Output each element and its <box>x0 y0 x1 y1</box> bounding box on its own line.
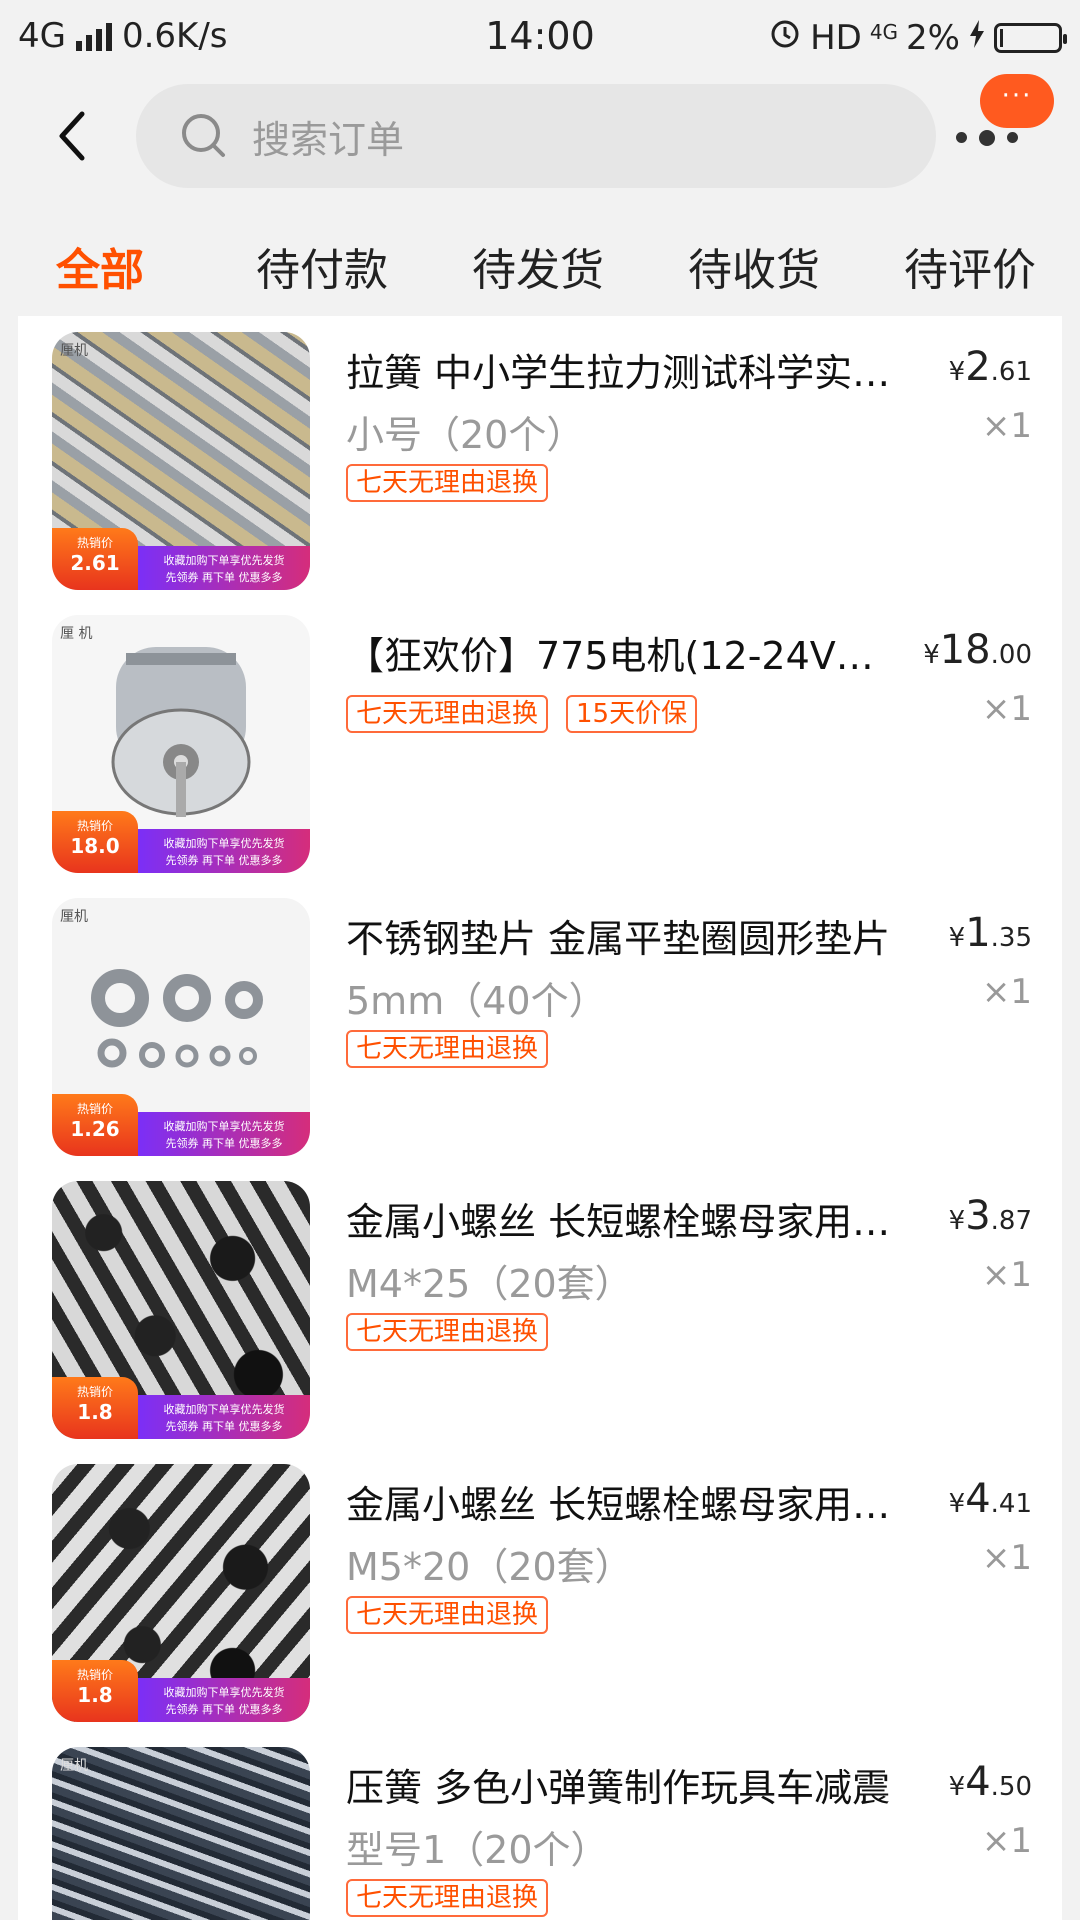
product-thumbnail[interactable]: 热销价 1.8 收藏加购下单享优先发货 先领券 再下单 优惠多多 <box>52 1464 310 1722</box>
status-bar: 4G 0.6K/s 14:00 HD 4G 2% <box>0 0 1080 76</box>
hot-price-badge: 热销价 18.0 <box>52 811 138 873</box>
product-thumbnail[interactable]: 热销价 1.8 收藏加购下单享优先发货 先领券 再下单 优惠多多 <box>52 1181 310 1439</box>
chevron-left-icon <box>59 111 85 161</box>
header: 搜索订单 ··· <box>0 74 1080 196</box>
service-tags: 七天无理由退换 <box>346 1596 549 1634</box>
hot-price-badge: 热销价 1.26 <box>52 1094 138 1156</box>
alarm-icon <box>768 16 802 59</box>
search-icon <box>182 114 225 157</box>
order-list: 厘机 热销价 2.61 收藏加购下单享优先发货 先领券 再下单 优惠多多 拉簧 中小… <box>18 316 1062 1920</box>
service-tags: 七天无理由退换 <box>346 1313 549 1351</box>
product-title[interactable]: 金属小螺丝 长短螺栓螺母家用套装 <box>346 1191 912 1246</box>
service-tag: 15天价保 <box>566 695 698 733</box>
service-tags: 七天无理由退换 <box>346 1030 549 1068</box>
service-tags: 七天无理由退换 <box>346 464 549 502</box>
product-thumbnail[interactable]: 厘机 <box>52 1747 310 1920</box>
order-item[interactable]: 厘机 热销价 2.61 收藏加购下单享优先发货 先领券 再下单 优惠多多 拉簧 中小… <box>18 316 1062 599</box>
product-title[interactable]: 拉簧 中小学生拉力测试科学实验用弹簧 <box>346 342 912 397</box>
search-input[interactable]: 搜索订单 <box>136 84 936 188</box>
product-thumbnail[interactable]: 厘机 热销价 1.26 收藏加购下单享优先发货 先领券 再下单 优惠多多 <box>52 898 310 1156</box>
network-4g-label: 4G <box>869 19 899 44</box>
promo-banner: 收藏加购下单享优先发货 先领券 再下单 优惠多多 <box>138 829 310 873</box>
product-price: ¥1.35 <box>948 910 1032 956</box>
thumb-brand: 厘机 <box>60 1758 88 1774</box>
product-sku: M5*20（20套） <box>346 1545 633 1589</box>
service-tags: 七天无理由退换 15天价保 <box>346 695 698 733</box>
back-button[interactable] <box>48 106 98 166</box>
charging-icon <box>968 18 986 58</box>
tab-pending-shipment[interactable]: 待发货 <box>472 234 604 298</box>
product-title[interactable]: 不锈钢垫片 金属平垫圈圆形垫片 <box>346 908 912 963</box>
battery-icon <box>994 22 1067 53</box>
product-quantity: ×1 <box>981 1538 1032 1578</box>
hot-price-badge: 热销价 1.8 <box>52 1660 138 1722</box>
thumb-brand: 厘机 <box>60 909 88 925</box>
promo-banner: 收藏加购下单享优先发货 先领券 再下单 优惠多多 <box>138 1112 310 1156</box>
product-sku: 5mm（40个） <box>346 979 607 1023</box>
service-tag: 七天无理由退换 <box>346 1596 549 1634</box>
service-tag: 七天无理由退换 <box>346 464 549 502</box>
more-menu-button[interactable]: ··· <box>950 74 1054 176</box>
product-sku: M4*25（20套） <box>346 1262 633 1306</box>
thumb-brand: 厘 机 <box>60 626 93 642</box>
tab-all[interactable]: 全部 <box>56 234 144 298</box>
product-quantity: ×1 <box>981 689 1032 729</box>
order-tabs: 全部 待付款 待发货 待收货 待评价 <box>0 216 1080 312</box>
promo-banner: 收藏加购下单享优先发货 先领券 再下单 优惠多多 <box>138 546 310 590</box>
order-item[interactable]: 厘机 压簧 多色小弹簧制作玩具车减震 ¥4.50 型号1（20个） ×1 七天无… <box>18 1731 1062 1920</box>
washers-image <box>91 969 263 1068</box>
product-sku: 型号1（20个） <box>346 1828 609 1872</box>
order-item[interactable]: 热销价 1.8 收藏加购下单享优先发货 先领券 再下单 优惠多多 金属小螺丝 长短螺… <box>18 1448 1062 1731</box>
hd-label: HD <box>810 17 862 58</box>
product-sku: 小号（20个） <box>346 413 585 457</box>
product-title[interactable]: 金属小螺丝 长短螺栓螺母家用套装 <box>346 1474 912 1529</box>
service-tag: 七天无理由退换 <box>346 1030 549 1068</box>
message-bubble-icon: ··· <box>980 74 1054 128</box>
order-item[interactable]: 热销价 1.8 收藏加购下单享优先发货 先领券 再下单 优惠多多 金属小螺丝 长短螺… <box>18 1165 1062 1448</box>
search-placeholder: 搜索订单 <box>252 117 405 162</box>
order-item[interactable]: 厘 机 热销价 18.0 收藏加购下单享优先发货 先领券 再下单 优惠多多 【狂欢价… <box>18 599 1062 882</box>
product-thumbnail[interactable]: 厘 机 热销价 18.0 收藏加购下单享优先发货 先领券 再下单 优惠多多 <box>52 615 310 873</box>
service-tag: 七天无理由退换 <box>346 1313 549 1351</box>
promo-banner: 收藏加购下单享优先发货 先领券 再下单 优惠多多 <box>138 1678 310 1722</box>
hot-price-badge: 热销价 1.8 <box>52 1377 138 1439</box>
product-quantity: ×1 <box>981 972 1032 1012</box>
product-price: ¥2.61 <box>948 344 1032 390</box>
service-tag: 七天无理由退换 <box>346 695 549 733</box>
more-dots-icon <box>956 130 1018 146</box>
service-tags: 七天无理由退换 <box>346 1879 549 1917</box>
product-quantity: ×1 <box>981 1255 1032 1295</box>
product-thumbnail[interactable]: 厘机 热销价 2.61 收藏加购下单享优先发货 先领券 再下单 优惠多多 <box>52 332 310 590</box>
promo-banner: 收藏加购下单享优先发货 先领券 再下单 优惠多多 <box>138 1395 310 1439</box>
product-price: ¥4.50 <box>948 1759 1032 1805</box>
tab-pending-review[interactable]: 待评价 <box>904 234 1036 298</box>
product-title[interactable]: 压簧 多色小弹簧制作玩具车减震 <box>346 1757 912 1812</box>
service-tag: 七天无理由退换 <box>346 1879 549 1917</box>
product-quantity: ×1 <box>981 1821 1032 1861</box>
product-price: ¥4.41 <box>948 1476 1032 1522</box>
order-item[interactable]: 厘机 热销价 1.26 收藏加购下单享优先发货 先领券 再下单 优惠多多 不锈钢垫片… <box>18 882 1062 1165</box>
battery-percent: 2% <box>906 17 960 58</box>
product-price: ¥18.00 <box>923 627 1032 673</box>
motor-image <box>111 647 251 817</box>
tab-pending-payment[interactable]: 待付款 <box>256 234 388 298</box>
tab-pending-receipt[interactable]: 待收货 <box>688 234 820 298</box>
product-title[interactable]: 【狂欢价】775电机(12-24V)大扭矩直流电机 <box>346 625 886 680</box>
product-quantity: ×1 <box>981 406 1032 446</box>
product-price: ¥3.87 <box>948 1193 1032 1239</box>
thumb-brand: 厘机 <box>60 343 88 359</box>
hot-price-badge: 热销价 2.61 <box>52 528 138 590</box>
